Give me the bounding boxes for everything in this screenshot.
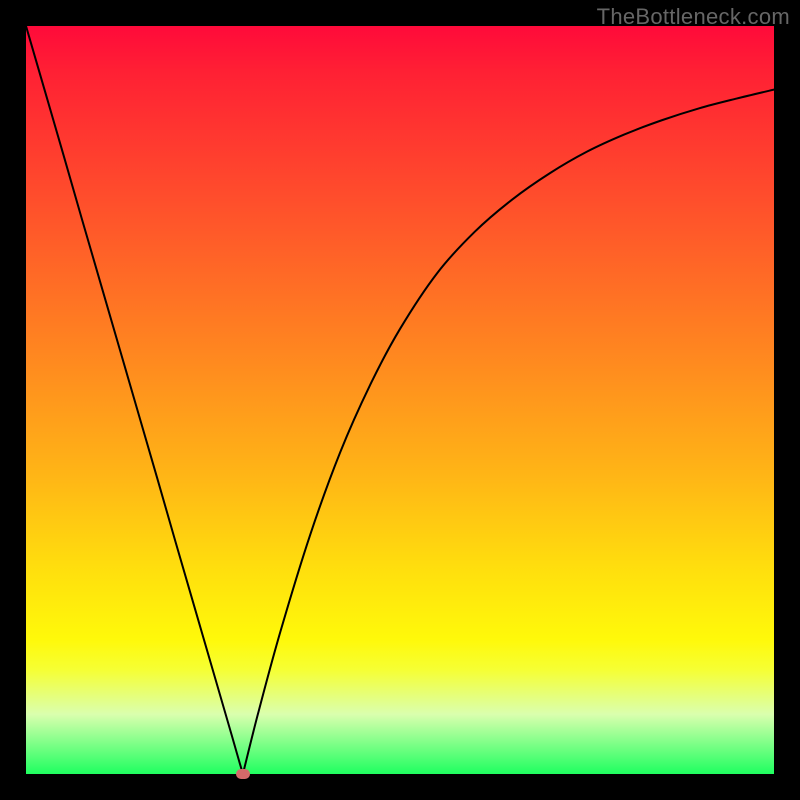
right-branch-curve <box>243 90 774 774</box>
left-branch-curve <box>26 26 243 774</box>
min-point-marker <box>236 769 250 779</box>
plot-area <box>26 26 774 774</box>
curve-layer <box>26 26 774 774</box>
chart-frame: TheBottleneck.com <box>0 0 800 800</box>
